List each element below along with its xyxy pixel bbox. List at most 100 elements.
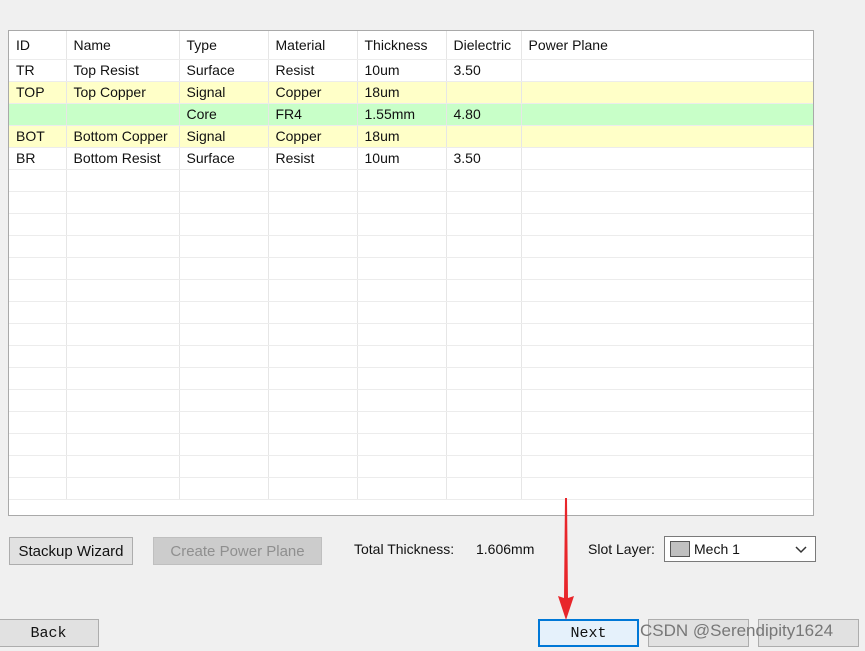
column-header[interactable]: Thickness [357,31,447,60]
table-cell[interactable]: 18um [357,81,447,104]
table-cell[interactable]: Resist [268,147,358,170]
empty-cell [179,323,269,346]
table-cell[interactable]: 3.50 [446,59,522,82]
column-header[interactable]: ID [9,31,67,60]
table-cell[interactable]: Copper [268,125,358,148]
table-cell[interactable] [446,125,522,148]
chevron-down-icon[interactable] [793,541,809,557]
next-button[interactable]: Next [538,619,639,647]
create-power-plane-button: Create Power Plane [153,537,322,565]
table-row[interactable]: BOT Bottom Copper Signal Copper 18um [9,125,813,148]
empty-cell [357,301,447,324]
slot-layer-label: Slot Layer: [588,541,655,557]
empty-cell [66,345,180,368]
table-cell[interactable]: Surface [179,59,269,82]
empty-cell [268,235,358,258]
table-cell[interactable] [521,59,813,82]
empty-cell [521,235,813,258]
empty-cell [9,257,67,280]
table-cell[interactable]: BOT [9,125,67,148]
empty-row [9,235,813,258]
empty-cell [521,433,813,456]
table-cell[interactable]: TR [9,59,67,82]
table-row[interactable]: TOP Top Copper Signal Copper 18um [9,81,813,104]
empty-cell [9,235,67,258]
empty-cell [9,411,67,434]
table-cell[interactable]: 18um [357,125,447,148]
column-header[interactable]: Name [66,31,180,60]
empty-cell [268,169,358,192]
empty-cell [66,389,180,412]
empty-cell [9,455,67,478]
empty-cell [521,477,813,500]
empty-cell [66,191,180,214]
table-cell[interactable]: Surface [179,147,269,170]
csdn-watermark: CSDN @Serendipity1624 [640,621,834,640]
empty-cell [446,257,522,280]
table-cell[interactable]: 4.80 [446,103,522,126]
empty-cell [446,279,522,302]
empty-cell [179,345,269,368]
table-cell[interactable] [521,125,813,148]
table-row[interactable]: BR Bottom Resist Surface Resist 10um 3.50 [9,147,813,170]
empty-cell [521,389,813,412]
table-cell[interactable]: Top Copper [66,81,180,104]
column-header[interactable]: Dielectric [446,31,522,60]
empty-cell [521,455,813,478]
table-cell[interactable]: Bottom Copper [66,125,180,148]
column-header[interactable]: Power Plane [521,31,813,60]
empty-cell [179,301,269,324]
empty-cell [446,169,522,192]
table-cell[interactable]: 10um [357,59,447,82]
slot-layer-select[interactable]: Mech 1 [664,536,816,562]
table-cell[interactable] [66,103,180,126]
empty-cell [66,257,180,280]
table-row[interactable]: TR Top Resist Surface Resist 10um 3.50 [9,59,813,82]
empty-cell [446,411,522,434]
table-cell[interactable]: Core [179,103,269,126]
column-header[interactable]: Type [179,31,269,60]
table-cell[interactable] [521,103,813,126]
empty-cell [446,191,522,214]
total-thickness-label: Total Thickness: [354,541,455,557]
empty-cell [521,367,813,390]
empty-cell [66,279,180,302]
table-cell[interactable]: 10um [357,147,447,170]
empty-cell [268,257,358,280]
empty-cell [446,301,522,324]
table-cell[interactable]: Bottom Resist [66,147,180,170]
empty-cell [521,301,813,324]
table-cell[interactable]: Signal [179,81,269,104]
table-cell[interactable] [446,81,522,104]
table-cell[interactable]: Signal [179,125,269,148]
table-header-row: ID Name Type Material Thickness Dielectric Pow… [9,31,813,60]
back-button[interactable]: Back [0,619,99,647]
table-cell[interactable]: 3.50 [446,147,522,170]
table-cell[interactable]: Copper [268,81,358,104]
empty-cell [357,411,447,434]
empty-cell [179,169,269,192]
empty-row [9,411,813,434]
table-row[interactable]: Core FR4 1.55mm 4.80 [9,103,813,126]
empty-row [9,279,813,302]
slot-layer-value: Mech 1 [694,541,740,557]
table-cell[interactable] [9,103,67,126]
empty-cell [357,323,447,346]
stackup-wizard-button[interactable]: Stackup Wizard [9,537,133,565]
table-cell[interactable]: TOP [9,81,67,104]
empty-cell [357,213,447,236]
table-cell[interactable]: Resist [268,59,358,82]
empty-cell [268,433,358,456]
table-cell[interactable]: FR4 [268,103,358,126]
table-cell[interactable]: Top Resist [66,59,180,82]
table-cell[interactable]: BR [9,147,67,170]
column-header[interactable]: Material [268,31,358,60]
empty-row [9,345,813,368]
table-cell[interactable]: 1.55mm [357,103,447,126]
table-cell[interactable] [521,147,813,170]
layer-stack-table[interactable]: ID Name Type Material Thickness Dielectric Pow… [8,30,814,516]
empty-cell [268,301,358,324]
table-cell[interactable] [521,81,813,104]
empty-cell [66,433,180,456]
empty-cell [179,213,269,236]
